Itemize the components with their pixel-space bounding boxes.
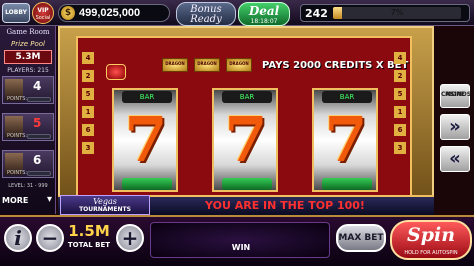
increase-bet-button[interactable]: + xyxy=(116,224,144,252)
payline-marker: 6 xyxy=(82,124,94,136)
bar-symbol-icon xyxy=(322,178,372,190)
coin-balance[interactable]: $ 499,025,000 xyxy=(58,4,170,22)
dragon-symbol-icon: DRAGON xyxy=(226,58,252,72)
bar-symbol-icon: BAR xyxy=(322,91,372,103)
payline-marker: 4 xyxy=(82,52,94,64)
payline-marker: 2 xyxy=(394,70,406,82)
win-display: WIN xyxy=(150,222,330,258)
tournament-message: YOU ARE IN THE TOP 100! xyxy=(205,199,365,212)
points-bar xyxy=(27,171,51,176)
vip-sub: Social xyxy=(35,15,51,21)
lobby-label: LOBBY xyxy=(5,9,27,16)
rewind-icon[interactable]: « xyxy=(440,146,470,172)
deal-button[interactable]: Deal 18:18:07 xyxy=(238,2,290,26)
leaderboard-row[interactable]: 4 POINTS: xyxy=(2,76,54,104)
bar-symbol-icon: BAR xyxy=(122,91,172,103)
seven-symbol-icon: 7 xyxy=(224,103,268,176)
dragon-label: DRAGON xyxy=(197,61,217,66)
right-controls: MORE CASINOS » « xyxy=(436,26,474,214)
bonus-ready-button[interactable]: Bonus Ready xyxy=(176,2,236,26)
rank-number: 6 xyxy=(33,153,42,167)
rank-number: 4 xyxy=(33,79,42,93)
level-progress[interactable]: 242 7% xyxy=(300,4,470,22)
prize-pool-value: 5.3M xyxy=(4,50,52,64)
more-button[interactable]: MORE ▾ xyxy=(2,194,54,210)
seven-symbol-icon: 7 xyxy=(124,103,168,176)
bar-symbol-icon xyxy=(122,178,172,190)
spin-label: Spin xyxy=(406,224,456,246)
autospin-hint: HOLD FOR AUTOSPIN xyxy=(404,250,458,256)
decrease-bet-button[interactable]: − xyxy=(36,224,64,252)
seven-symbol-icon: 7 xyxy=(324,103,368,176)
bar-label: BAR xyxy=(339,93,355,101)
dragon-symbol-icon: DRAGON xyxy=(194,58,220,72)
coin-icon: $ xyxy=(61,6,75,20)
leaderboard-row[interactable]: 5 POINTS: xyxy=(2,113,54,141)
bar-label: BAR xyxy=(139,93,155,101)
tournaments-label: TOURNAMENTS xyxy=(79,206,131,213)
deal-timer: 18:18:07 xyxy=(250,18,278,25)
reel-1: BAR 7 xyxy=(112,88,178,192)
dragon-label: DRAGON xyxy=(229,61,249,66)
slot-machine: DRAGON DRAGON DRAGON PAYS 2000 CREDITS X… xyxy=(58,26,434,214)
level-range: LEVEL: 31 - 999 xyxy=(8,183,48,189)
lantern-icon xyxy=(106,64,126,80)
players-count: PLAYERS: 215 xyxy=(7,67,49,74)
bar-label: BAR xyxy=(239,93,255,101)
leaderboard-row[interactable]: 6 POINTS: xyxy=(2,150,54,178)
points-bar xyxy=(27,97,51,102)
bar-symbol-icon: BAR xyxy=(222,91,272,103)
payline-marker: 1 xyxy=(82,106,94,118)
fast-forward-icon[interactable]: » xyxy=(440,114,470,140)
spin-button[interactable]: Spin HOLD FOR AUTOSPIN xyxy=(390,220,472,260)
tournament-panel: Game Room Prize Pool 5.3M PLAYERS: 215 4… xyxy=(0,26,56,214)
payline-marker: 3 xyxy=(394,142,406,154)
chevron-down-icon: ▾ xyxy=(46,194,52,205)
points-bar xyxy=(27,134,51,139)
payline-marker: 5 xyxy=(394,88,406,100)
dragon-symbol-icon: DRAGON xyxy=(162,58,188,72)
reel-3: BAR 7 xyxy=(312,88,378,192)
coin-amount: 499,025,000 xyxy=(79,7,141,19)
more-casinos-button[interactable]: MORE CASINOS xyxy=(440,84,472,108)
xp-bar: 7% xyxy=(333,7,461,19)
lobby-button[interactable]: LOBBY xyxy=(2,3,30,23)
max-bet-button[interactable]: MAX BET xyxy=(336,224,386,252)
vegas-tournaments-logo[interactable]: Vegas TOURNAMENTS xyxy=(60,195,150,215)
info-button[interactable]: i xyxy=(4,224,32,252)
more-label: MORE xyxy=(2,196,29,205)
payline-marker: 6 xyxy=(394,124,406,136)
bar-symbol-icon xyxy=(222,178,272,190)
payline-marker: 1 xyxy=(394,106,406,118)
level-number: 242 xyxy=(305,7,328,20)
vegas-label: Vegas xyxy=(93,197,117,206)
total-bet-label: TOTAL BET xyxy=(67,241,111,249)
rank-number: 5 xyxy=(33,116,42,130)
payline-marker: 2 xyxy=(82,70,94,82)
vip-title: VIP xyxy=(37,7,49,14)
win-label: WIN xyxy=(231,243,251,252)
deal-label: Deal xyxy=(248,4,280,18)
more-casinos-label: MORE CASINOS xyxy=(441,91,472,98)
prize-pool-label: Prize Pool xyxy=(11,40,45,48)
reel-2: BAR 7 xyxy=(212,88,278,192)
xp-percent: 7% xyxy=(390,8,404,17)
bonus-ready-label: Ready xyxy=(190,14,222,25)
payline-marker: 5 xyxy=(82,88,94,100)
game-room-label: Game Room xyxy=(6,28,50,36)
payline-marker: 3 xyxy=(82,142,94,154)
dragon-label: DRAGON xyxy=(165,61,185,66)
machine-frame: DRAGON DRAGON DRAGON PAYS 2000 CREDITS X… xyxy=(76,36,412,202)
total-bet-value: 1.5M xyxy=(68,222,110,240)
payline-marker: 4 xyxy=(394,52,406,64)
vip-badge[interactable]: VIP Social xyxy=(32,2,54,24)
pays-text: PAYS 2000 CREDITS X BET xyxy=(262,60,409,71)
